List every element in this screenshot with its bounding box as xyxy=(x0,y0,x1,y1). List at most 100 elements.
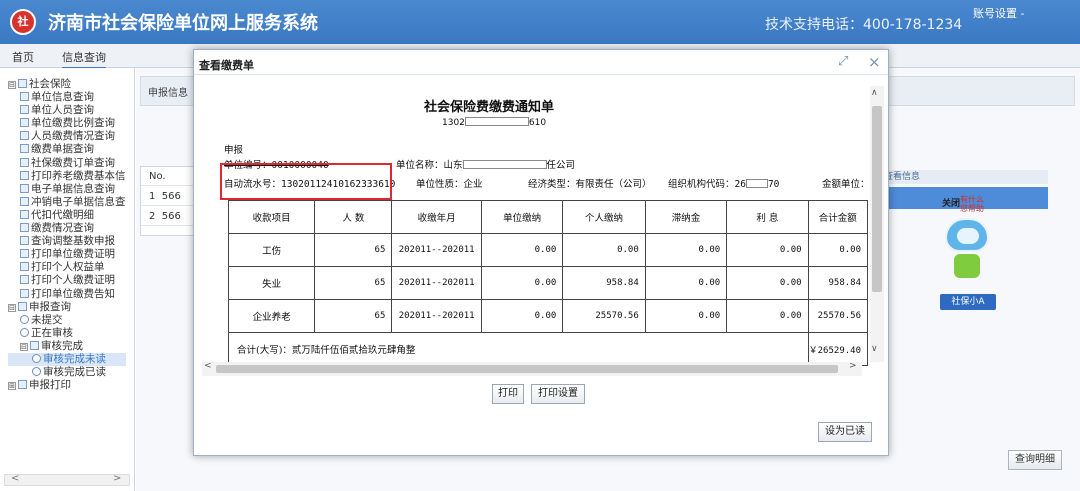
document-icon xyxy=(20,105,29,115)
table-cell: 0.00 xyxy=(480,266,564,300)
side-panel-header: 查看信息 xyxy=(878,170,1048,184)
document-icon xyxy=(20,131,29,141)
table-row[interactable]: 2 566 xyxy=(141,207,199,226)
table-row[interactable]: 1 566 xyxy=(141,187,199,206)
app-title: 济南市社会保险单位网上服务系统 xyxy=(48,13,318,34)
sidebar-item-label: 审核完成 xyxy=(41,339,83,352)
document-icon xyxy=(20,249,29,259)
expand-icon[interactable]: ⊞ xyxy=(8,382,16,391)
column-header: 利 息 xyxy=(726,200,809,234)
sidebar-item[interactable]: ⊟ 审核完成 xyxy=(8,340,126,353)
sidebar-item[interactable]: 打印单位缴费证明 xyxy=(8,248,126,261)
sidebar-item[interactable]: 审核完成未读 xyxy=(8,352,126,367)
sidebar-item[interactable]: 电子单据信息查询 xyxy=(8,183,126,196)
document-icon xyxy=(20,183,29,193)
tab-info-query[interactable]: 信息查询 xyxy=(62,49,106,69)
scroll-left-icon[interactable]: < xyxy=(11,473,19,484)
collapse-icon[interactable]: ⊟ xyxy=(8,303,16,312)
document-icon xyxy=(20,288,29,298)
print-settings-button[interactable]: 打印设置 xyxy=(531,384,585,404)
sidebar-item[interactable]: 社保缴费订单查询 xyxy=(8,157,126,170)
sidebar-item[interactable]: 打印个人缴费证明 xyxy=(8,274,126,287)
sidebar-item[interactable]: 未提交 xyxy=(8,314,126,327)
column-header: 单位缴纳 xyxy=(480,200,564,234)
table-cell: 202011--202011 xyxy=(391,299,482,333)
sidebar-item[interactable]: 查询调整基数申报 xyxy=(8,235,126,248)
sidebar-item-label: 代扣代缴明细 xyxy=(31,208,94,221)
document-icon xyxy=(20,223,29,233)
maximize-icon[interactable]: ⤢ xyxy=(838,54,848,69)
sidebar-item[interactable]: ⊞ 申报打印 xyxy=(8,379,126,392)
sidebar-item[interactable]: 打印个人权益单 xyxy=(8,261,126,274)
table-cell: 企业养老 xyxy=(227,299,316,333)
document-icon xyxy=(20,170,29,180)
table-cell: 958.84 xyxy=(807,266,868,300)
collapse-icon[interactable]: ⊟ xyxy=(8,81,16,89)
scroll-right-icon[interactable]: > xyxy=(849,361,857,371)
sidebar-item-label: 打印单位缴费证明 xyxy=(31,248,115,261)
assistant-label[interactable]: 社保小A xyxy=(940,294,996,310)
table-cell: 0.00 xyxy=(644,299,728,333)
scroll-left-icon[interactable]: < xyxy=(204,361,212,371)
sidebar-item[interactable]: 审核完成已读 xyxy=(8,366,126,379)
table-cell: 0.00 xyxy=(644,233,728,267)
sidebar-item[interactable]: 缴费单据查询 xyxy=(8,143,126,156)
sidebar-item[interactable]: ⊟ 社会保险 xyxy=(8,78,126,91)
search-icon xyxy=(32,367,41,377)
account-settings-link[interactable]: 账号设置 - xyxy=(973,5,1024,21)
payment-slip-dialog: 查看缴费单 ⤢ × 社会保险费缴费通知单 1302 610 申报 单位编号：001… xyxy=(193,49,889,456)
support-hotline: 技术支持电话：400-178-1234 xyxy=(765,17,963,33)
declare-info-label: 申报信息 xyxy=(148,88,188,99)
scroll-down-icon[interactable]: ∨ xyxy=(871,344,878,354)
document-icon xyxy=(18,380,27,390)
scroll-up-icon[interactable]: ∧ xyxy=(871,88,878,98)
sidebar-item-label: 单位人员查询 xyxy=(31,104,94,117)
sidebar-item[interactable]: 单位人员查询 xyxy=(8,104,126,117)
assistant-close-button[interactable]: 关闭 xyxy=(942,196,960,209)
sidebar-item[interactable]: 冲销电子单据信息查 xyxy=(8,196,126,209)
column-header: 收缴年月 xyxy=(391,200,482,234)
print-button[interactable]: 打印 xyxy=(492,384,524,404)
close-icon[interactable]: × xyxy=(868,53,881,71)
sidebar-item-label: 申报打印 xyxy=(29,379,71,392)
mark-read-button[interactable]: 设为已读 xyxy=(818,422,872,442)
sidebar-item[interactable]: 打印单位缴费告知 xyxy=(8,288,126,301)
table-row: 企业养老 65 202011--202011 0.00 25570.56 0.00 0.00… xyxy=(227,299,868,333)
serial-highlight-box xyxy=(220,163,392,200)
sidebar-item[interactable]: 人员缴费情况查询 xyxy=(8,130,126,143)
table-cell: 0.00 xyxy=(726,266,809,300)
sidebar-item-label: 人员缴费情况查询 xyxy=(31,130,115,143)
sidebar-item-label: 查询调整基数申报 xyxy=(31,235,115,248)
horizontal-scroll-thumb[interactable] xyxy=(216,365,838,373)
sidebar-item-label: 打印养老缴费基本信 xyxy=(31,169,126,182)
tab-home[interactable]: 首页 xyxy=(12,49,34,65)
sidebar-item[interactable]: 单位信息查询 xyxy=(8,91,126,104)
sidebar-item[interactable]: 打印养老缴费基本信 xyxy=(8,170,126,183)
table-cell: 0.00 xyxy=(562,233,646,267)
collapse-icon[interactable]: ⊟ xyxy=(20,342,28,351)
scroll-right-icon[interactable]: > xyxy=(113,473,121,484)
table-cell: 0.00 xyxy=(480,299,564,333)
table-cell: 0.00 xyxy=(807,233,868,267)
document-icon xyxy=(18,79,27,88)
assistant-robot-icon[interactable] xyxy=(940,218,994,292)
sidebar-item[interactable]: ⊟ 申报查询 xyxy=(8,301,126,314)
declare-label: 申报 xyxy=(224,145,244,156)
vertical-scroll-thumb[interactable] xyxy=(872,106,882,292)
assistant-bubble: 有什么 您帮助 xyxy=(960,195,984,213)
sidebar-item-label: 审核完成未读 xyxy=(43,352,106,365)
sidebar-item[interactable]: 正在审核 xyxy=(8,327,126,340)
query-detail-button[interactable]: 查询明细 xyxy=(1008,450,1062,470)
sidebar-scrollbar[interactable]: < > xyxy=(4,473,130,486)
payment-notice-document: 社会保险费缴费通知单 1302 610 申报 单位编号：0010000040 单位… xyxy=(216,90,868,372)
table-cell: 工伤 xyxy=(227,233,316,267)
table-cell: 0.00 xyxy=(480,233,564,267)
sidebar-item[interactable]: 代扣代缴明细 xyxy=(8,209,126,222)
app-header: 社 济南市社会保险单位网上服务系统 技术支持电话：400-178-1234 账号… xyxy=(0,0,1080,44)
table-cell: 958.84 xyxy=(562,266,646,300)
document-icon xyxy=(30,340,39,350)
logo-icon: 社 xyxy=(10,9,36,35)
sidebar-item[interactable]: 缴费情况查询 xyxy=(8,222,126,235)
notice-title: 社会保险费缴费通知单 xyxy=(424,100,555,115)
sidebar-item[interactable]: 单位缴费比例查询 xyxy=(8,117,126,130)
